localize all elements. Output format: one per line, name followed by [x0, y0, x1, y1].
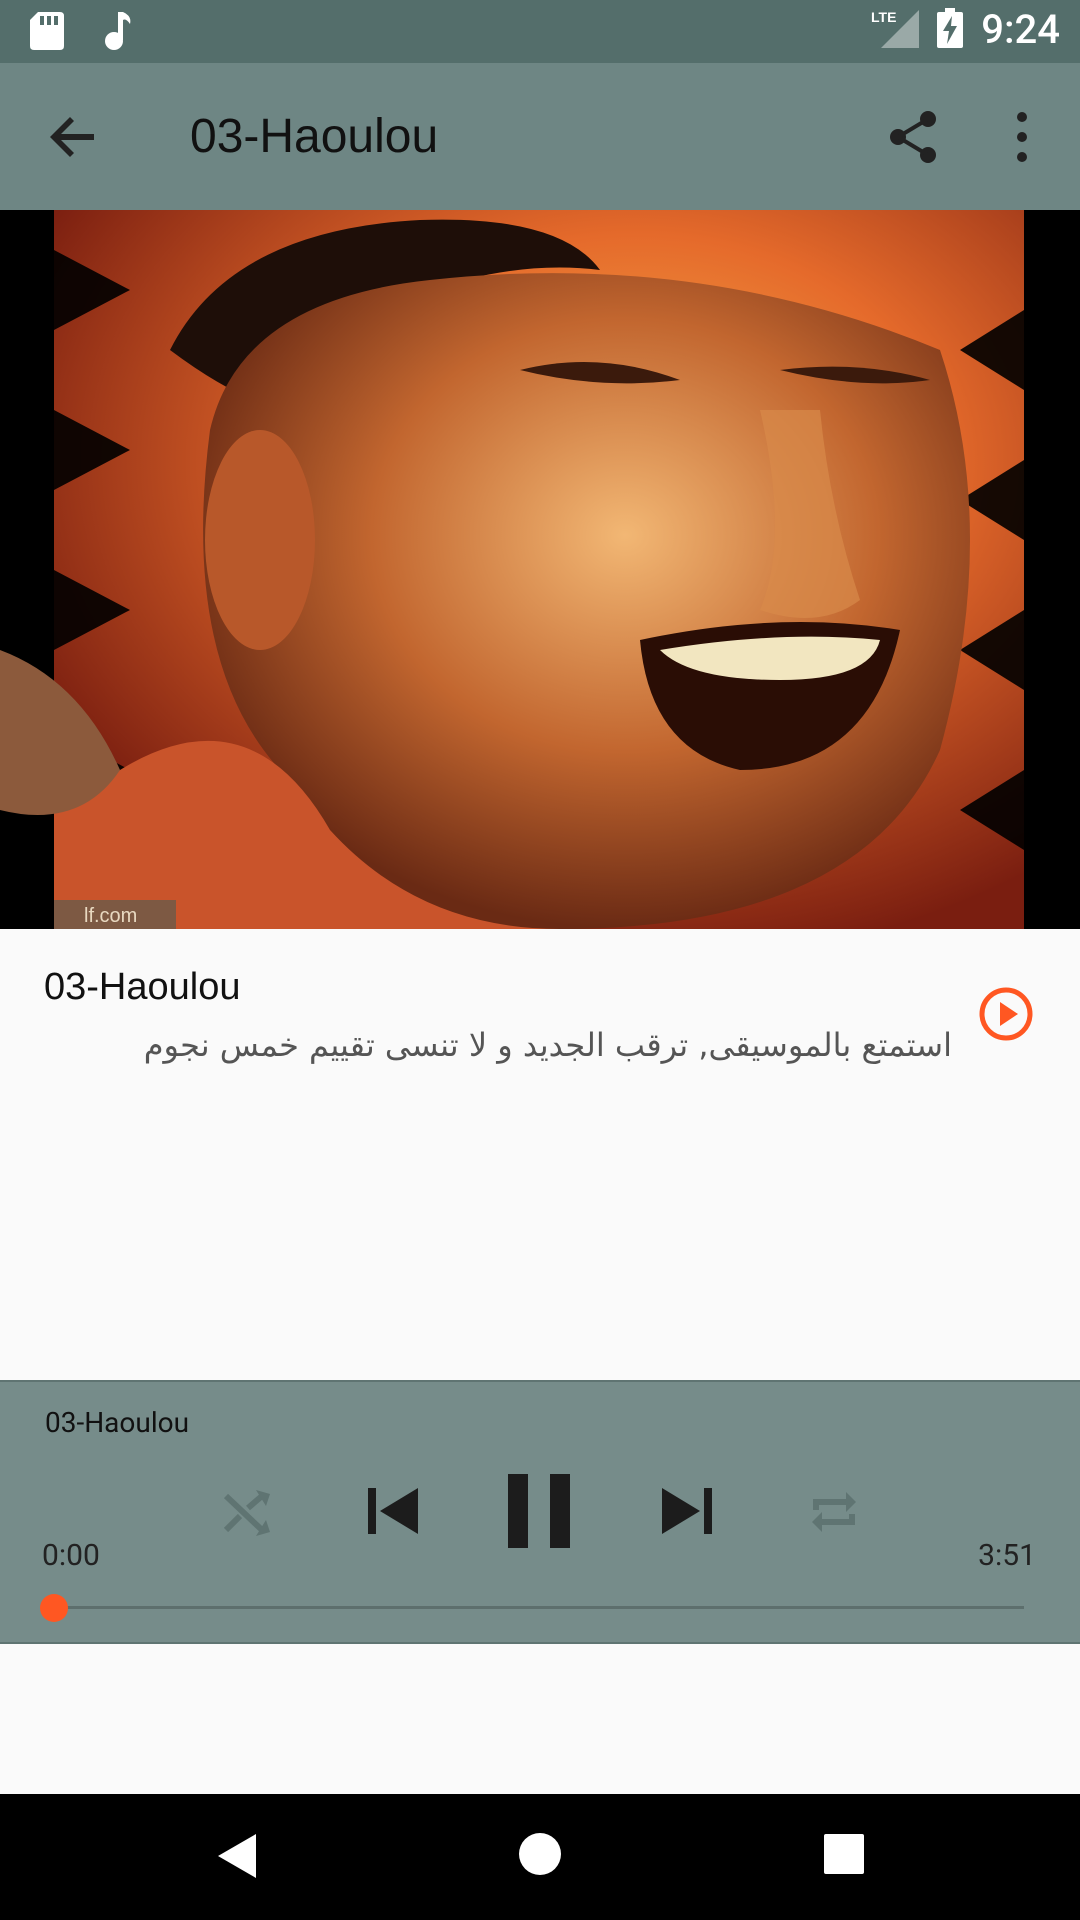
status-bar: LTE 9:24 [0, 0, 1080, 63]
app-bar: 03-Haoulou [0, 63, 1080, 210]
home-nav-icon[interactable] [518, 1832, 562, 1880]
album-art: lf.com [0, 210, 1080, 929]
track-description: استمتع بالموسيقى, ترقب الجديد و لا تنسى … [143, 1026, 952, 1064]
lte-signal-icon: LTE [871, 8, 920, 52]
seek-bar[interactable] [54, 1606, 1024, 1609]
skip-next-icon[interactable] [660, 1484, 714, 1542]
track-title: 03-Haoulou [44, 966, 241, 1008]
player-panel: 03-Haoulou 0:00 3:51 [0, 1380, 1080, 1644]
play-circle-icon[interactable] [978, 986, 1034, 1042]
more-options-icon[interactable] [1000, 107, 1044, 167]
navigation-bar [0, 1794, 1080, 1920]
skip-previous-icon[interactable] [366, 1484, 420, 1542]
back-arrow-icon[interactable] [44, 107, 104, 167]
page-title: 03-Haoulou [190, 110, 439, 163]
back-nav-icon[interactable] [216, 1832, 258, 1884]
shuffle-icon[interactable] [222, 1486, 274, 1542]
total-time: 3:51 [978, 1538, 1036, 1573]
seek-thumb[interactable] [40, 1594, 68, 1622]
battery-charging-icon [937, 7, 964, 52]
sd-card-icon [30, 12, 64, 54]
watermark-text: lf.com [84, 905, 137, 927]
recents-nav-icon[interactable] [824, 1834, 864, 1878]
share-icon[interactable] [884, 107, 944, 167]
repeat-icon[interactable] [808, 1486, 860, 1542]
music-note-icon [104, 12, 132, 54]
current-time: 0:00 [42, 1538, 100, 1573]
status-time: 9:24 [981, 6, 1060, 53]
svg-text:LTE: LTE [871, 9, 896, 25]
pause-icon[interactable] [506, 1474, 572, 1552]
player-title: 03-Haoulou [45, 1406, 190, 1439]
